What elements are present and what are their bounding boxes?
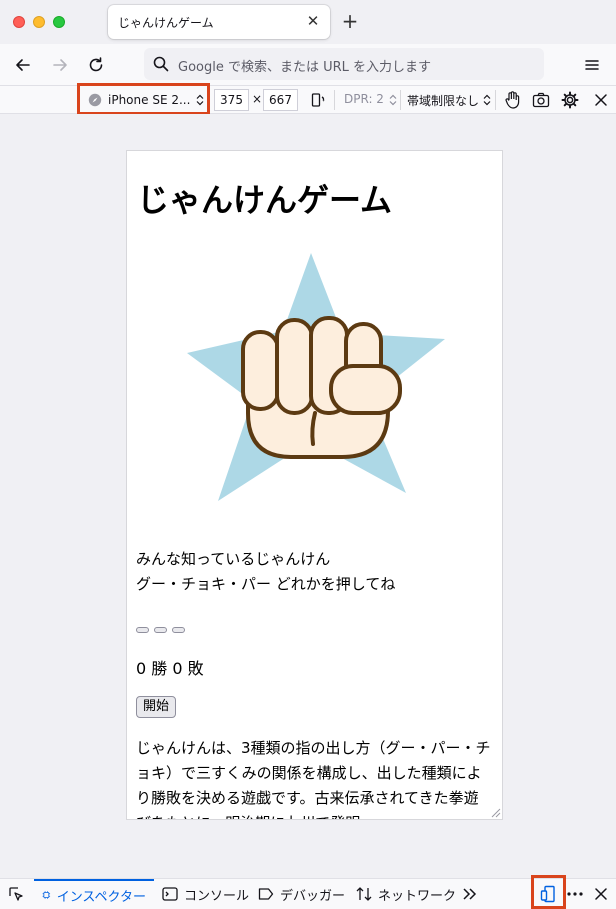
close-icon (595, 888, 607, 900)
resize-grip-icon[interactable] (489, 806, 501, 818)
intro-line-2: グー・チョキ・パー どれかを押してね (136, 575, 396, 593)
minimize-window-button[interactable] (33, 16, 45, 28)
toolbar-divider (334, 90, 335, 110)
toolbar-divider (400, 90, 401, 110)
forward-arrow-icon (53, 59, 67, 71)
score-display: 0 勝 0 敗 (136, 659, 204, 678)
element-picker-icon (9, 887, 23, 901)
forward-button[interactable] (47, 52, 73, 78)
start-button[interactable]: 開始 (136, 696, 177, 718)
device-viewport: じゃんけんゲーム みんな知っているじゃんけん グー・チョキ・パー どれかを押して… (126, 150, 503, 820)
close-rdm-button[interactable] (591, 90, 611, 110)
screenshot-button[interactable] (531, 90, 551, 110)
network-arrows-icon (356, 887, 372, 901)
hand-choice-buttons (136, 627, 185, 633)
devtools-options-button[interactable] (565, 884, 585, 904)
rotate-icon (311, 93, 325, 107)
camera-icon (532, 92, 550, 108)
url-placeholder: Google で検索、または URL を入力します (178, 60, 432, 75)
scissors-button[interactable] (154, 627, 167, 633)
gear-icon (561, 91, 579, 109)
reload-button[interactable] (83, 52, 109, 78)
maximize-window-button[interactable] (53, 16, 65, 28)
more-tabs-button[interactable] (460, 884, 480, 904)
rock-button[interactable] (136, 627, 149, 633)
tab-network[interactable]: ネットワーク (356, 879, 456, 909)
devtools-toolbar: インスペクター コンソール デバッガー ネットワーク (0, 875, 616, 909)
device-selector-highlight (77, 83, 210, 115)
intro-line-1: みんな知っているじゃんけん (136, 550, 331, 568)
rdm-button-highlight (531, 875, 566, 909)
close-window-button[interactable] (13, 16, 25, 28)
debugger-icon (258, 888, 274, 900)
double-chevron-icon (463, 888, 477, 900)
dpr-chevron-icon (389, 94, 397, 106)
rdm-stage: じゃんけんゲーム みんな知っているじゃんけん グー・チョキ・パー どれかを押して… (0, 114, 616, 878)
back-arrow-icon (16, 59, 30, 71)
more-options-icon (567, 892, 583, 896)
navigation-bar: Google で検索、または URL を入力します (0, 44, 616, 86)
element-picker-button[interactable] (6, 884, 26, 904)
throttle-chevron-icon (483, 94, 491, 106)
hamburger-menu-icon (585, 60, 599, 70)
close-icon (595, 94, 607, 106)
dpr-selector[interactable]: DPR: 2 (344, 92, 384, 106)
tab-debugger-label: デバッガー (280, 888, 346, 904)
page-title: じゃんけんゲーム (137, 181, 393, 219)
dimension-separator: × (252, 92, 263, 106)
tab-console-label: コンソール (184, 888, 250, 904)
close-devtools-button[interactable] (591, 884, 611, 904)
console-icon (162, 887, 178, 901)
tab-debugger[interactable]: デバッガー (258, 879, 345, 909)
tab-title: じゃんけんゲーム (118, 16, 214, 30)
tab-strip: じゃんけんゲーム ✕ + (0, 0, 616, 44)
back-button[interactable] (10, 52, 36, 78)
rdm-settings-button[interactable] (560, 90, 580, 110)
touch-simulation-button[interactable] (502, 90, 522, 110)
tab-inspector-label: インスペクター (56, 889, 146, 905)
url-bar[interactable]: Google で検索、または URL を入力します (144, 48, 544, 80)
tab-network-label: ネットワーク (378, 888, 457, 904)
tab-inspector[interactable]: インスペクター (34, 879, 154, 909)
rotate-viewport-button[interactable] (308, 90, 328, 110)
reload-icon (89, 57, 103, 72)
toolbar-divider (495, 90, 496, 110)
paper-button[interactable] (172, 627, 185, 633)
description-text: じゃんけんは、3種類の指の出し方（グー・パー・チョキ）で三すくみの関係を構成し、… (136, 739, 491, 819)
network-throttle-selector[interactable]: 帯域制限なし (407, 92, 479, 109)
fist-icon (241, 316, 402, 459)
touch-hand-icon (505, 91, 520, 109)
intro-text: みんな知っているじゃんけん グー・チョキ・パー どれかを押してね (136, 547, 395, 597)
inspector-chip-icon (42, 891, 51, 899)
rock-fist-illustration (187, 253, 445, 501)
menu-button[interactable] (579, 52, 605, 78)
new-tab-button[interactable]: + (340, 11, 360, 31)
search-icon (153, 56, 169, 72)
tab-console[interactable]: コンソール (162, 879, 249, 909)
viewport-width-input[interactable]: 375 (214, 89, 249, 111)
responsive-design-toolbar: iPhone SE 2... 375 × 667 DPR: 2 帯域制限なし (0, 83, 616, 115)
viewport-height-input[interactable]: 667 (263, 89, 298, 111)
browser-tab[interactable]: じゃんけんゲーム ✕ (108, 5, 330, 39)
tab-close-icon[interactable]: ✕ (304, 12, 322, 30)
